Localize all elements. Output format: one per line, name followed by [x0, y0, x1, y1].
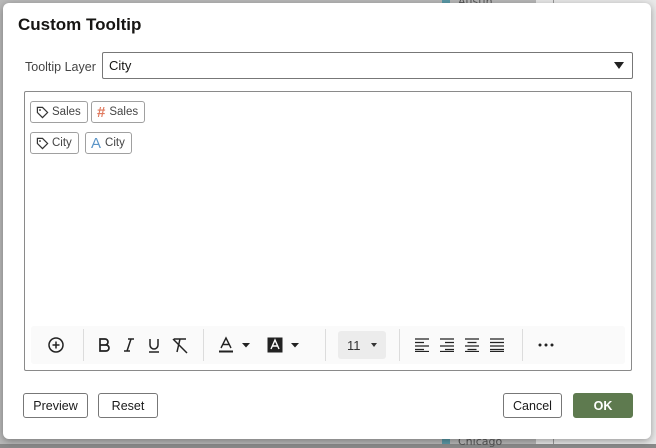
- dropdown-caret-icon: [614, 62, 624, 69]
- font-color-button[interactable]: [217, 332, 235, 358]
- font-size-value: 11: [347, 338, 361, 353]
- tooltip-editor[interactable]: Sales # Sales City A City 11: [24, 91, 632, 371]
- text-a-icon: A: [91, 134, 102, 152]
- align-center-button[interactable]: [463, 332, 481, 358]
- tag-icon: [36, 137, 49, 149]
- value-chip-sales[interactable]: # Sales: [91, 101, 146, 123]
- tooltip-layer-select[interactable]: City: [102, 52, 633, 79]
- chevron-down-icon: [242, 343, 250, 348]
- more-options-button[interactable]: [536, 332, 556, 358]
- align-right-icon: [440, 338, 454, 352]
- italic-button[interactable]: [120, 332, 138, 358]
- tooltip-layer-label: Tooltip Layer: [25, 60, 96, 74]
- bold-button[interactable]: [95, 332, 113, 358]
- justify-icon: [490, 338, 504, 352]
- highlight-color-button[interactable]: [266, 332, 284, 358]
- value-chip-city[interactable]: A City: [85, 132, 132, 154]
- justify-button[interactable]: [488, 332, 506, 358]
- plus-circle-icon: [48, 337, 64, 353]
- ok-button[interactable]: OK: [573, 393, 633, 418]
- font-color-dropdown[interactable]: [239, 332, 253, 358]
- align-center-icon: [465, 338, 479, 352]
- cancel-button[interactable]: Cancel: [503, 393, 562, 418]
- chip-label: Sales: [52, 106, 81, 118]
- custom-tooltip-dialog: Custom Tooltip Tooltip Layer City Sales …: [3, 3, 651, 439]
- toolbar-separator: [399, 329, 400, 361]
- field-chip-city[interactable]: City: [30, 132, 79, 154]
- dialog-title: Custom Tooltip: [18, 15, 142, 34]
- toolbar-separator: [325, 329, 326, 361]
- underline-button[interactable]: [145, 332, 163, 358]
- underline-icon: [149, 338, 159, 353]
- font-color-icon: [219, 336, 233, 353]
- align-left-icon: [415, 338, 429, 352]
- bold-icon: [99, 338, 110, 352]
- clear-format-icon: [172, 337, 188, 354]
- align-right-button[interactable]: [438, 332, 456, 358]
- preview-button[interactable]: Preview: [23, 393, 88, 418]
- hash-icon: #: [97, 103, 106, 121]
- align-left-button[interactable]: [413, 332, 431, 358]
- tag-icon: [36, 106, 49, 118]
- insert-button[interactable]: [45, 332, 67, 358]
- field-chip-sales[interactable]: Sales: [30, 101, 88, 123]
- toolbar-separator: [203, 329, 204, 361]
- chevron-down-icon: [371, 343, 377, 347]
- toolbar-separator: [83, 329, 84, 361]
- italic-icon: [124, 338, 134, 352]
- editor-toolbar: 11: [31, 326, 625, 364]
- highlight-color-dropdown[interactable]: [288, 332, 302, 358]
- toolbar-separator: [522, 329, 523, 361]
- clear-format-button[interactable]: [170, 332, 190, 358]
- highlight-color-icon: [267, 337, 283, 353]
- tooltip-layer-value: City: [109, 58, 132, 73]
- chip-label: City: [52, 137, 72, 149]
- reset-button[interactable]: Reset: [98, 393, 158, 418]
- ellipsis-icon: [538, 343, 554, 347]
- chevron-down-icon: [291, 343, 299, 348]
- chip-label: Sales: [109, 106, 139, 118]
- font-size-select[interactable]: 11: [338, 331, 386, 359]
- chip-label: City: [105, 137, 125, 149]
